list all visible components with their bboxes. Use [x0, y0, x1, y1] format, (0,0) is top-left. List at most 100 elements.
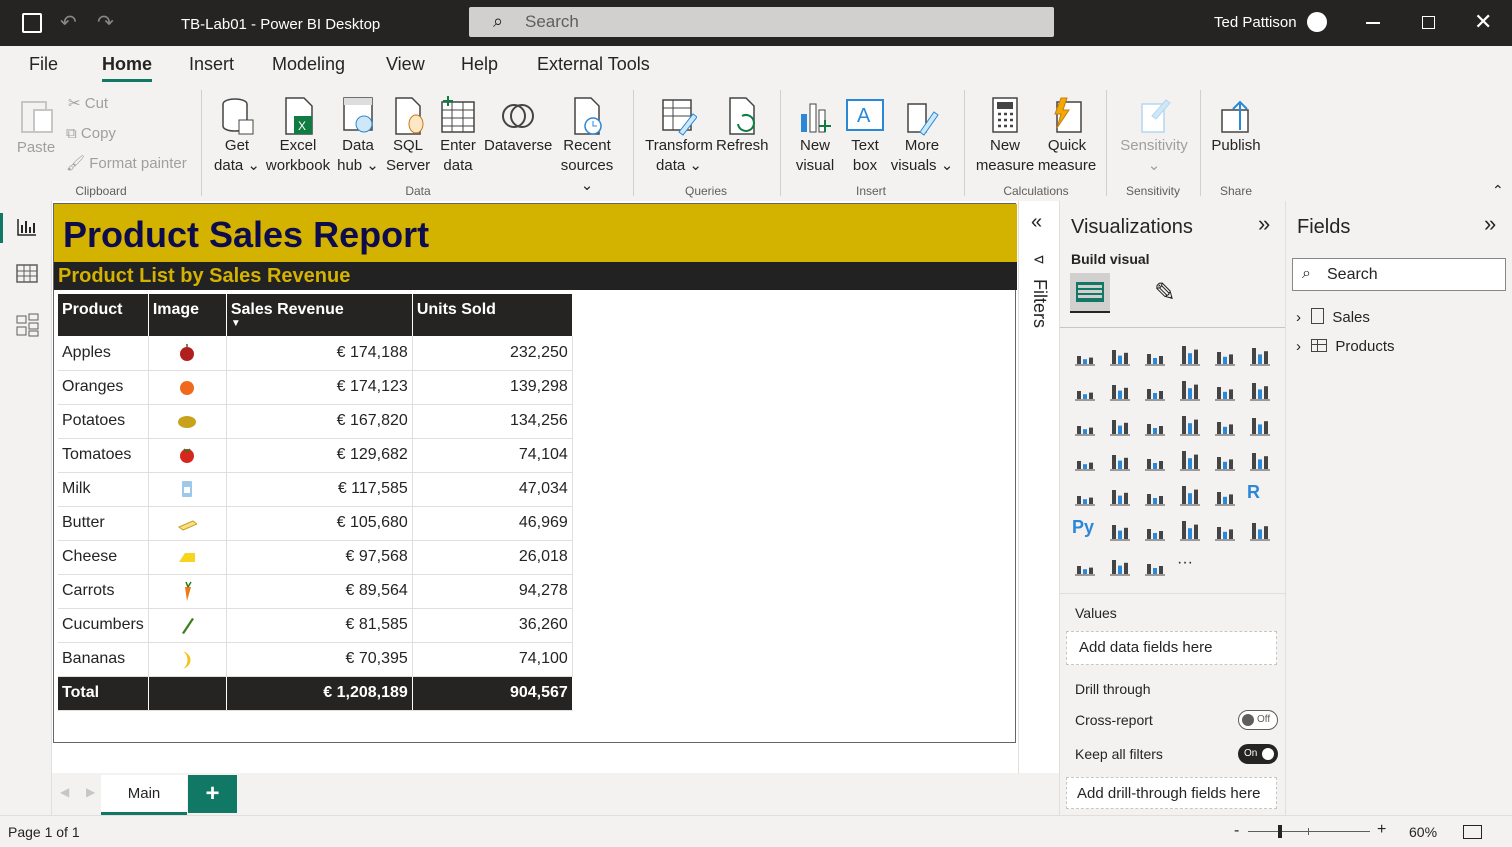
smart-narrative-icon[interactable] — [1212, 517, 1238, 543]
column-header-sales-revenue[interactable]: Sales Revenue ▼ — [226, 294, 413, 336]
paginated-icon[interactable] — [1072, 552, 1098, 578]
clustered-bar-icon[interactable] — [1142, 342, 1168, 368]
waterfall-icon[interactable] — [1247, 377, 1273, 403]
table-view-icon[interactable] — [16, 264, 38, 284]
filled-map-icon[interactable] — [1107, 447, 1133, 473]
redo-icon[interactable]: ↷ — [97, 10, 114, 35]
excel-workbook-button[interactable]: X Excel workbook — [264, 96, 332, 176]
product-table[interactable]: Product Image Sales Revenue ▼ Units Sold … — [58, 294, 573, 711]
funnel-alt-icon[interactable] — [1072, 412, 1098, 438]
transform-data-button[interactable]: Transform data ⌄ — [644, 96, 714, 176]
more-icon[interactable]: ··· — [1177, 552, 1203, 578]
save-icon[interactable] — [22, 13, 42, 33]
power-apps-icon[interactable] — [1107, 552, 1133, 578]
table-row[interactable]: Potatoes € 167,820 134,256 — [58, 404, 573, 439]
quick-measure-button[interactable]: Quick measure — [1036, 96, 1098, 176]
keep-filters-toggle[interactable]: On — [1238, 744, 1278, 764]
more-visuals-button[interactable]: More visuals ⌄ — [890, 96, 954, 176]
r-visual-icon[interactable]: R — [1247, 482, 1273, 508]
table-icon[interactable] — [1177, 482, 1203, 508]
tab-modeling[interactable]: Modeling — [272, 54, 345, 75]
table-row[interactable]: Tomatoes € 129,682 74,104 — [58, 438, 573, 473]
sensitivity-button[interactable]: Sensitivity ⌄ — [1114, 96, 1194, 176]
build-visual-tab-icon[interactable] — [1070, 273, 1110, 313]
enter-data-button[interactable]: Enter data — [436, 96, 480, 176]
table-row[interactable]: Carrots € 89,564 94,278 — [58, 574, 573, 609]
cut-button[interactable]: ✂ Cut — [68, 94, 108, 114]
paste-button[interactable]: Paste — [14, 96, 58, 158]
funnel-icon[interactable] — [1107, 412, 1133, 438]
kpi-icon[interactable] — [1107, 482, 1133, 508]
report-subtitle[interactable]: Product List by Sales Revenue — [54, 262, 1017, 290]
clustered-column-icon[interactable] — [1177, 342, 1203, 368]
slicer-icon[interactable] — [1142, 482, 1168, 508]
column-header-image[interactable]: Image — [148, 294, 227, 336]
table-row[interactable]: Cucumbers € 81,585 36,260 — [58, 608, 573, 643]
title-search-box[interactable]: ⌕ Search — [469, 7, 1054, 37]
add-page-button[interactable]: + — [188, 775, 237, 813]
key-influencers-icon[interactable] — [1107, 517, 1133, 543]
get-data-button[interactable]: Get data ⌄ — [212, 96, 262, 176]
azure-map-icon[interactable] — [1177, 447, 1203, 473]
shape-map-icon[interactable] — [1142, 447, 1168, 473]
zoom-out-icon[interactable]: - — [1234, 822, 1239, 840]
copy-button[interactable]: ⧉ Copy — [66, 124, 116, 144]
donut-icon[interactable] — [1212, 412, 1238, 438]
publish-button[interactable]: Publish — [1208, 96, 1264, 156]
qa-icon[interactable] — [1177, 517, 1203, 543]
area-icon[interactable] — [1107, 377, 1133, 403]
column-header-units-sold[interactable]: Units Sold — [412, 294, 573, 336]
tab-help[interactable]: Help — [461, 54, 498, 75]
zoom-slider[interactable] — [1248, 825, 1370, 838]
collapse-visualizations-icon[interactable]: » — [1258, 211, 1270, 237]
collapse-fields-icon[interactable]: » — [1484, 211, 1496, 237]
tab-home[interactable]: Home — [102, 54, 153, 82]
new-visual-button[interactable]: New visual — [792, 96, 838, 176]
stacked-area-icon[interactable] — [1142, 377, 1168, 403]
fields-search-input[interactable]: ⌕ Search — [1292, 258, 1506, 291]
100-bar-icon[interactable] — [1212, 342, 1238, 368]
field-table-products[interactable]: › Products — [1296, 338, 1395, 355]
tab-external-tools[interactable]: External Tools — [537, 54, 650, 75]
column-header-product[interactable]: Product — [58, 294, 149, 336]
table-row[interactable]: Milk € 117,585 47,034 — [58, 472, 573, 507]
zoom-level[interactable]: 60% — [1409, 824, 1437, 840]
avatar[interactable] — [1307, 12, 1327, 32]
tab-insert[interactable]: Insert — [189, 54, 234, 75]
maximize-button[interactable] — [1422, 16, 1435, 29]
scatter-icon[interactable] — [1142, 412, 1168, 438]
page-tab-main[interactable]: Main — [101, 775, 187, 815]
power-automate-icon[interactable] — [1142, 552, 1168, 578]
data-hub-button[interactable]: Data hub ⌄ — [334, 96, 382, 176]
line-column-icon[interactable] — [1177, 377, 1203, 403]
matrix-icon[interactable] — [1212, 482, 1238, 508]
goals-icon[interactable] — [1247, 517, 1273, 543]
sql-server-button[interactable]: SQL Server — [386, 96, 430, 176]
report-title[interactable]: Product Sales Report — [54, 204, 1017, 262]
multi-row-card-icon[interactable] — [1072, 482, 1098, 508]
zoom-in-icon[interactable]: + — [1377, 821, 1386, 839]
table-row[interactable]: Apples € 174,188 232,250 — [58, 336, 573, 371]
scroll-left-icon[interactable]: ◀ — [60, 785, 69, 799]
text-box-button[interactable]: A Text box — [842, 96, 888, 176]
filters-label[interactable]: Filters — [1029, 279, 1050, 328]
decomposition-tree-icon[interactable] — [1142, 517, 1168, 543]
tab-file[interactable]: File — [29, 54, 58, 75]
minimize-button[interactable] — [1366, 22, 1380, 24]
pie-icon[interactable] — [1177, 412, 1203, 438]
format-visual-tab-icon[interactable]: ✎ — [1154, 277, 1176, 308]
drill-through-drop-well[interactable]: Add drill-through fields here — [1066, 777, 1277, 809]
collapse-ribbon-icon[interactable]: ⌃ — [1492, 182, 1504, 199]
expand-filters-icon[interactable]: « — [1031, 211, 1042, 234]
field-table-sales[interactable]: › Sales — [1296, 308, 1370, 326]
python-visual-icon[interactable]: Py — [1072, 517, 1098, 543]
line-icon[interactable] — [1072, 377, 1098, 403]
stacked-column-icon[interactable] — [1107, 342, 1133, 368]
table-row[interactable]: Oranges € 174,123 139,298 — [58, 370, 573, 405]
format-painter-button[interactable]: 🖌 Format painter — [66, 154, 187, 174]
cross-report-toggle[interactable]: Off — [1238, 710, 1278, 730]
undo-icon[interactable]: ↶ — [60, 10, 77, 35]
treemap-icon[interactable] — [1247, 412, 1273, 438]
model-view-icon[interactable] — [16, 313, 40, 337]
table-row[interactable]: Cheese € 97,568 26,018 — [58, 540, 573, 575]
